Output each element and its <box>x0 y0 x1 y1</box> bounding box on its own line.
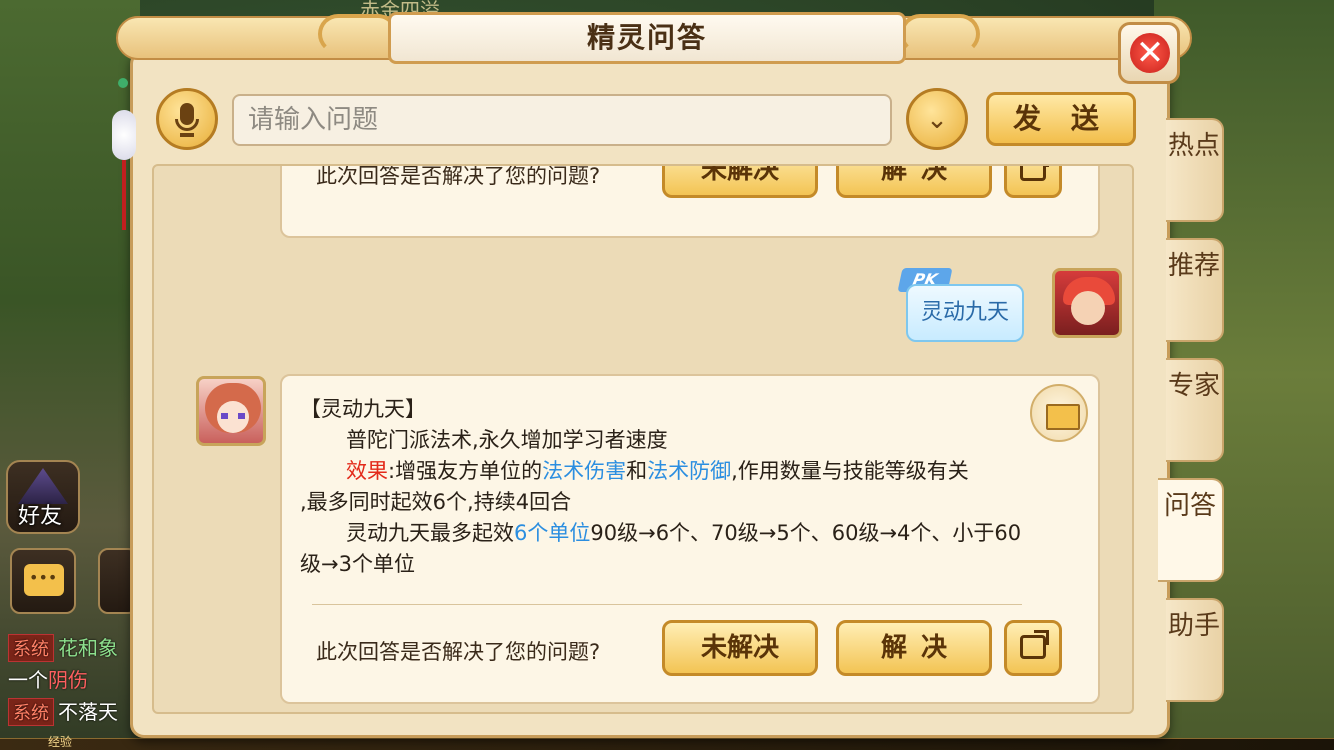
spirit-avatar <box>196 376 266 446</box>
share-icon <box>1020 630 1049 659</box>
friends-button[interactable]: 好友 <box>6 460 80 534</box>
voice-input-button[interactable] <box>156 88 218 150</box>
effect-label: 效果 <box>346 459 388 483</box>
chevron-down-icon: ⌄ <box>926 105 948 135</box>
magic-defense-link[interactable]: 法术防御 <box>647 459 731 483</box>
system-tag: 系统 <box>8 634 54 662</box>
dialog-title: 精灵问答 <box>388 12 906 64</box>
resolved-button[interactable]: 解决 <box>836 620 992 676</box>
share-button[interactable] <box>1004 166 1062 198</box>
answer-fragment: :增强友方单位的 <box>388 459 543 483</box>
user-message-bubble: 灵动九天 <box>906 284 1024 342</box>
unresolved-button[interactable]: 未解决 <box>662 620 818 676</box>
swirl-ornament-icon <box>900 14 980 54</box>
send-button[interactable]: 发 送 <box>986 92 1136 146</box>
share-button[interactable] <box>1004 620 1062 676</box>
tab-recommend[interactable]: 推荐 <box>1166 238 1224 342</box>
chat-button[interactable] <box>10 548 76 614</box>
tab-assistant[interactable]: 助手 <box>1166 598 1224 702</box>
answer-fragment: 和 <box>626 459 648 483</box>
avatar-eyes <box>221 413 245 419</box>
resolve-question: 此次回答是否解决了您的问题? <box>316 164 601 188</box>
chat-text: 花和象 <box>58 636 118 660</box>
system-tag: 系统 <box>8 698 54 726</box>
microphone-base <box>180 133 194 137</box>
swirl-ornament-icon <box>318 14 398 54</box>
tab-hot[interactable]: 热点 <box>1166 118 1224 222</box>
microphone-stand <box>175 119 199 131</box>
answer-heading: 【灵动九天】 <box>300 397 426 421</box>
history-dropdown-button[interactable]: ⌄ <box>906 88 968 150</box>
tab-expert[interactable]: 专家 <box>1166 358 1224 462</box>
magic-damage-link[interactable]: 法术伤害 <box>542 459 626 483</box>
user-avatar[interactable] <box>1052 268 1122 338</box>
chat-line: 一个阴伤 <box>8 664 88 693</box>
chat-line: 系统 不落天 <box>8 696 118 726</box>
units-link[interactable]: 6个单位 <box>514 521 590 545</box>
answer-effect-line: 效果:增强友方单位的法术伤害和法术防御,作用数量与技能等级有关 <box>300 456 1080 487</box>
question-input[interactable] <box>232 94 892 146</box>
chat-highlight: 阴伤 <box>48 668 88 692</box>
close-icon: ✕ <box>1130 33 1170 73</box>
close-button[interactable]: ✕ <box>1118 22 1180 84</box>
answer-line: 级→3个单位 <box>300 552 415 576</box>
chat-text: 不落天 <box>58 700 118 724</box>
unresolved-button[interactable]: 未解决 <box>662 166 818 198</box>
resolve-question: 此次回答是否解决了您的问题? <box>316 640 601 664</box>
answer-line: 灵动九天最多起效6个单位90级→6个、70级→5个、60级→4个、小于60 <box>300 518 1080 549</box>
resolved-button[interactable]: 解决 <box>836 166 992 198</box>
divider <box>312 604 1022 605</box>
chat-bubble-icon <box>24 564 64 596</box>
experience-label: 经验 <box>48 735 73 749</box>
previous-answer-card: 此次回答是否解决了您的问题? 未解决 解决 <box>280 164 1100 238</box>
tassel-ornament <box>112 70 136 230</box>
friends-label: 好友 <box>18 504 63 529</box>
answer-text: 【灵动九天】 普陀门派法术,永久增加学习者速度 效果:增强友方单位的法术伤害和法… <box>300 394 1080 580</box>
tab-qa[interactable]: 问答 <box>1158 478 1224 582</box>
answer-card: 【灵动九天】 普陀门派法术,永久增加学习者速度 效果:增强友方单位的法术伤害和法… <box>280 374 1100 704</box>
answer-line: ,最多同时起效6个,持续4回合 <box>300 490 572 514</box>
share-icon <box>1020 166 1049 181</box>
answer-line: 普陀门派法术,永久增加学习者速度 <box>346 428 668 452</box>
chat-text: 一个 <box>8 668 48 692</box>
bead-icon <box>118 78 128 88</box>
avatar-face <box>1071 291 1105 325</box>
answer-fragment: ,作用数量与技能等级有关 <box>731 459 969 483</box>
answer-fragment: 90级→6个、70级→5个、60级→4个、小于60 <box>590 521 1022 545</box>
red-tassel-icon <box>122 160 126 230</box>
experience-bar: 经验 <box>0 735 1334 750</box>
answer-fragment: 灵动九天最多起效 <box>346 521 514 545</box>
conversation-area[interactable]: 此次回答是否解决了您的问题? 未解决 解决 PK 灵动九天 【灵动九天】 普陀门… <box>152 164 1134 714</box>
cloud-ornament-icon <box>112 110 136 160</box>
chat-line: 系统 花和象 <box>8 632 118 662</box>
